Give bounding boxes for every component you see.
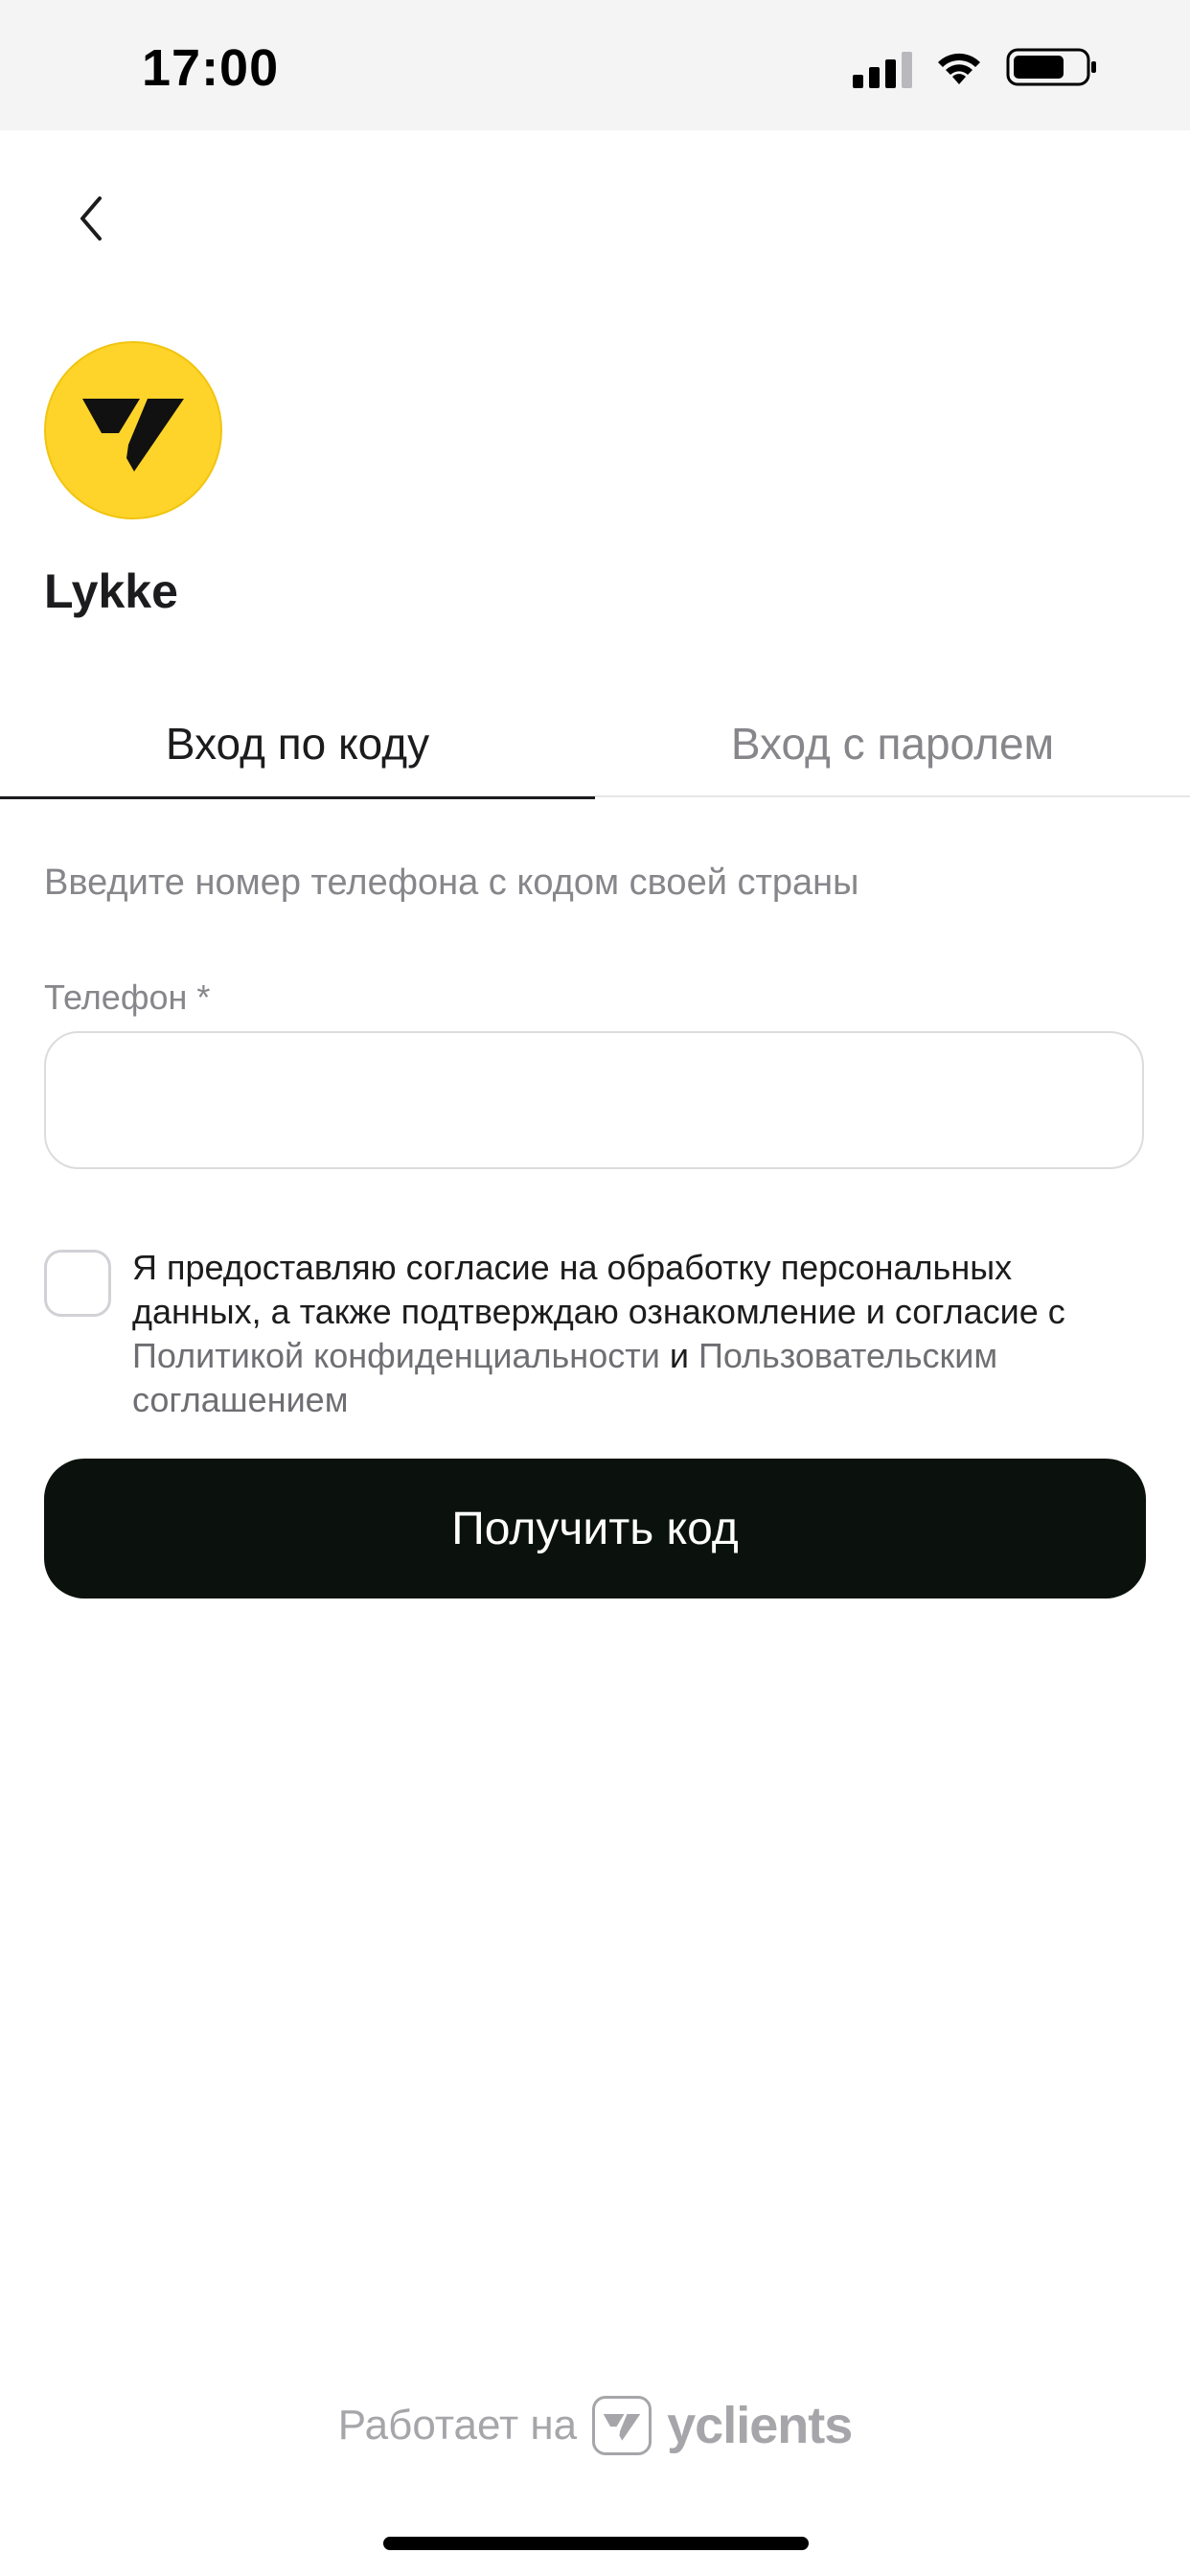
powered-by-text: Работает на [337, 2402, 578, 2449]
yclients-badge-icon [592, 2396, 652, 2455]
get-code-button[interactable]: Получить код [44, 1459, 1146, 1598]
consent-row: Я предоставляю согласие на обработку пер… [44, 1246, 1146, 1422]
wifi-icon [933, 48, 985, 91]
yclients-logo-icon [82, 399, 184, 472]
consent-checkbox[interactable] [44, 1250, 111, 1317]
login-tabs: Вход по коду Вход с паролем [0, 690, 1190, 799]
status-icons [853, 46, 1098, 92]
yclients-brand: yclients [667, 2397, 853, 2454]
phone-input[interactable] [44, 1031, 1144, 1169]
status-bar: 17:00 [0, 0, 1190, 130]
phone-label: Телефон * [44, 978, 211, 1017]
phone-hint: Введите номер телефона с кодом своей стр… [44, 862, 859, 903]
chevron-left-icon [77, 195, 105, 247]
status-time: 17:00 [142, 39, 280, 97]
company-name: Lykke [44, 564, 178, 618]
consent-text-body: Я предоставляю согласие на обработку пер… [132, 1248, 1065, 1331]
privacy-policy-link[interactable]: Политикой конфиденциальности [132, 1336, 660, 1375]
tab-password-login[interactable]: Вход с паролем [595, 690, 1190, 797]
consent-text: Я предоставляю согласие на обработку пер… [132, 1246, 1146, 1422]
back-button[interactable] [57, 182, 125, 259]
battery-icon [1006, 46, 1098, 93]
company-logo [44, 341, 222, 519]
home-indicator[interactable] [383, 2537, 809, 2550]
tab-code-login[interactable]: Вход по коду [0, 690, 595, 799]
consent-and: и [659, 1336, 698, 1375]
cellular-signal-icon [853, 50, 912, 88]
powered-by-footer: Работает на yclients [0, 2396, 1190, 2455]
